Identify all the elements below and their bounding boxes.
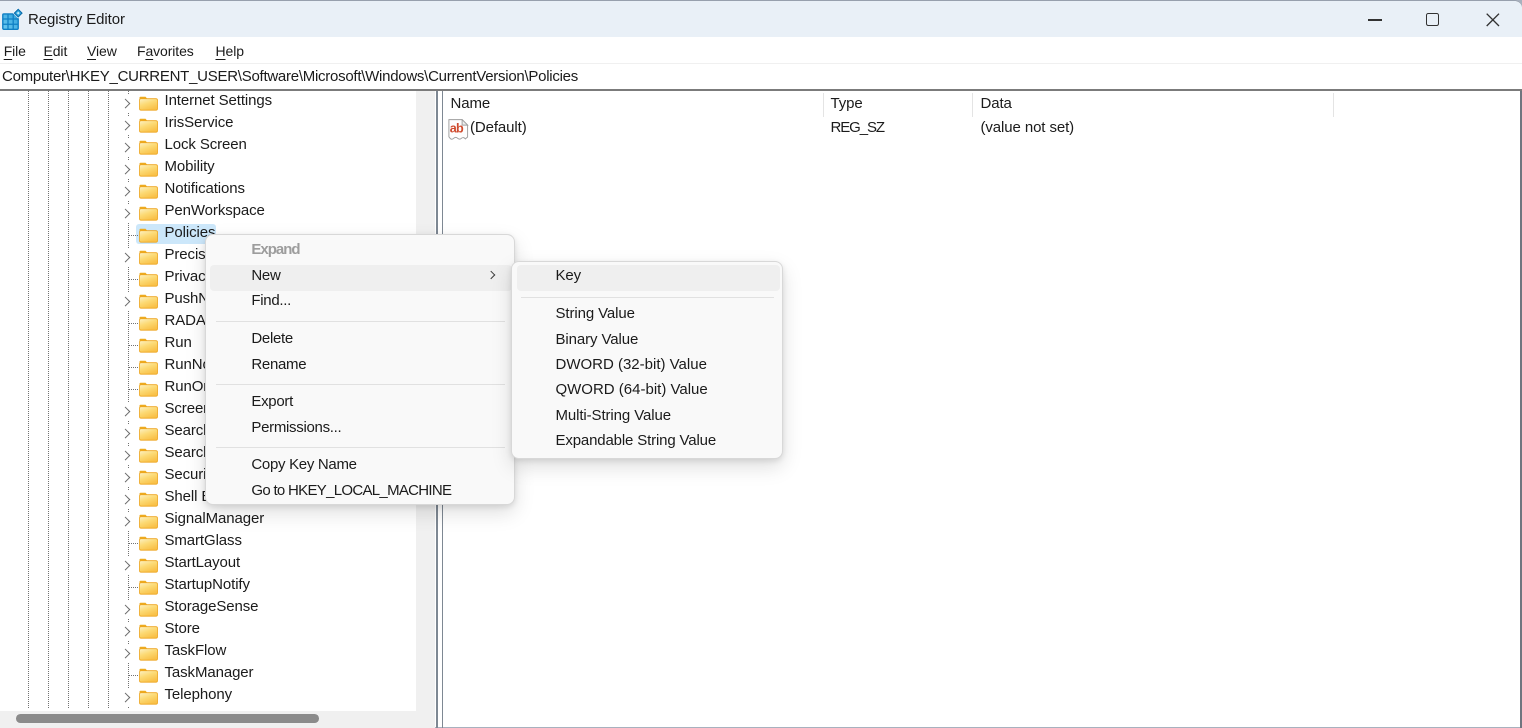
svg-text:ab: ab <box>450 122 464 136</box>
